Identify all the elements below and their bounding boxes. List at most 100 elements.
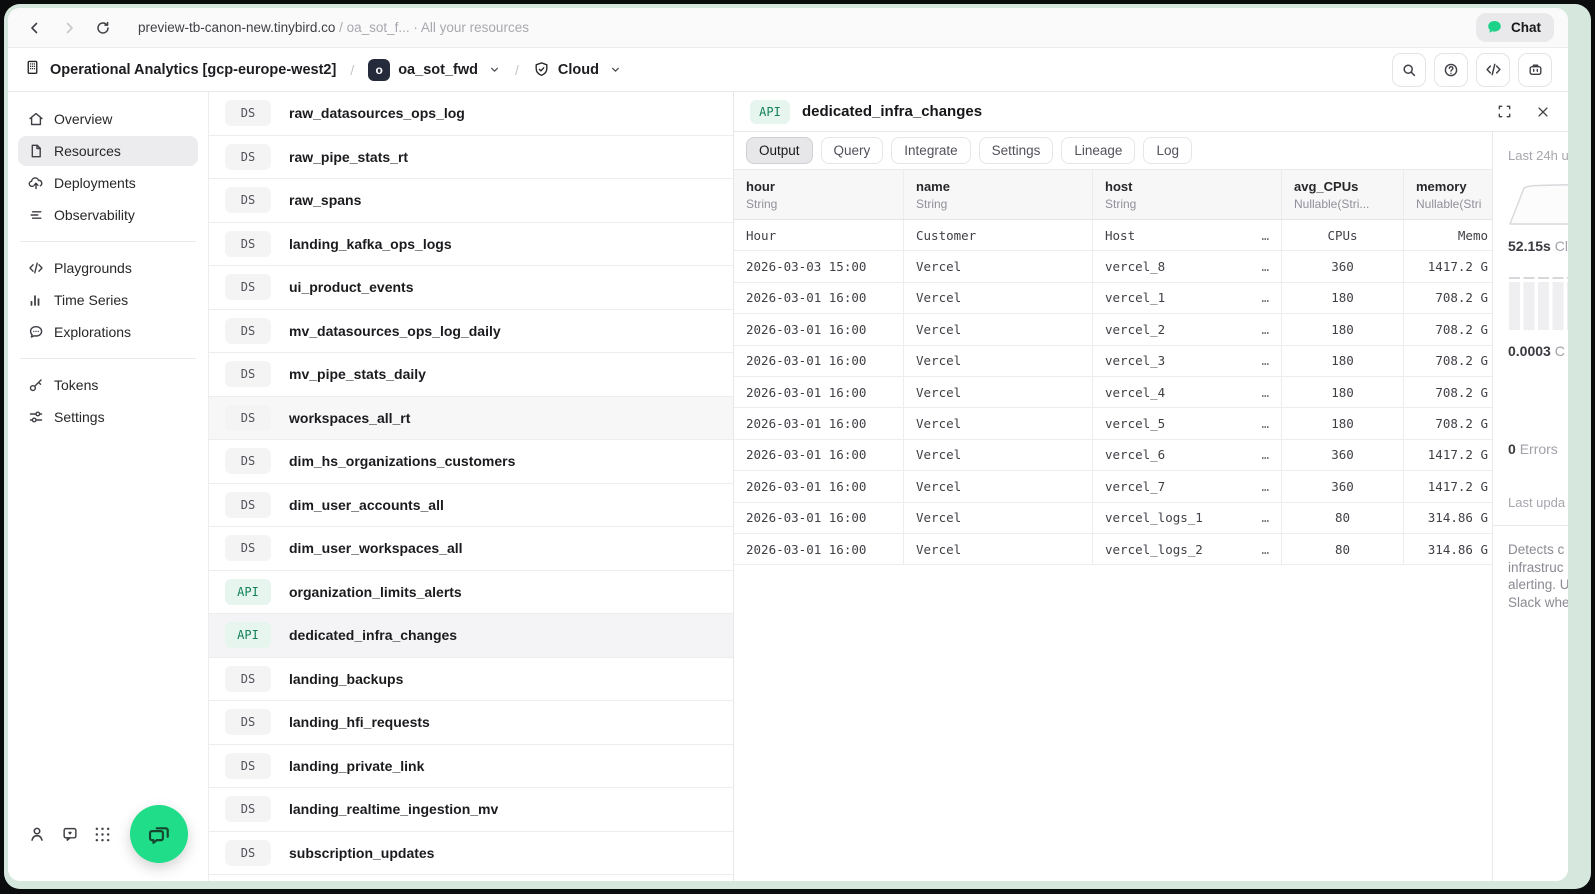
environment-switcher[interactable]: Cloud bbox=[533, 61, 622, 78]
resource-row-landing-private-link[interactable]: DS landing_private_link bbox=[209, 745, 733, 788]
table-cell: vercel_5… bbox=[1093, 408, 1282, 439]
table-cell: Vercel bbox=[904, 282, 1093, 314]
table-row[interactable]: 2026-03-01 16:00 Vercel vercel_4 … 180 708.2 … bbox=[734, 376, 1492, 409]
sidebar-item-playgrounds[interactable]: Playgrounds bbox=[18, 253, 198, 283]
code-icon bbox=[1485, 61, 1502, 78]
sidebar-item-deployments[interactable]: Deployments bbox=[18, 168, 198, 198]
sidebar-item-label: Resources bbox=[54, 143, 121, 159]
resource-row-landing-backups[interactable]: DS landing_backups bbox=[209, 658, 733, 701]
organization-switcher[interactable]: Operational Analytics [gcp-europe-west2] bbox=[24, 59, 336, 80]
cell-value: 180 bbox=[1331, 416, 1354, 432]
cell-value: 708.2 G bbox=[1435, 290, 1488, 306]
errors-metric: 0 Errors bbox=[1508, 441, 1568, 457]
resource-row-mv-pipe-stats-daily[interactable]: DS mv_pipe_stats_daily bbox=[209, 353, 733, 397]
table-row[interactable]: 2026-03-01 16:00 Vercel vercel_3 … 180 708.2 … bbox=[734, 345, 1492, 377]
column-header-avg-cpus[interactable]: avg_CPUs Nullable(Stri... bbox=[1282, 170, 1404, 219]
table-row[interactable]: 2026-03-01 16:00 Vercel vercel_5 … 180 708.2 … bbox=[734, 408, 1492, 440]
resource-row-subscription-updates[interactable]: DS subscription_updates bbox=[209, 832, 733, 875]
chat-button[interactable]: Chat bbox=[1476, 13, 1554, 42]
table-row[interactable]: 2026-03-01 16:00 Vercel vercel_7 … 360 1417.2… bbox=[734, 471, 1492, 503]
url-secondary: / oa_sot_f... · All your resources bbox=[335, 20, 529, 35]
sidebar-item-overview[interactable]: Overview bbox=[18, 104, 198, 134]
expand-icon[interactable] bbox=[1497, 104, 1512, 119]
table-cell: 1417.2 G bbox=[1404, 440, 1492, 470]
table-cell: Host… bbox=[1093, 220, 1282, 251]
chat-fab-button[interactable] bbox=[130, 805, 188, 863]
feedback-icon[interactable] bbox=[61, 825, 79, 843]
sidebar-item-settings[interactable]: Settings bbox=[18, 402, 198, 432]
sidebar-item-observability[interactable]: Observability bbox=[18, 200, 198, 230]
tab-lineage[interactable]: Lineage bbox=[1061, 137, 1136, 164]
tab-log[interactable]: Log bbox=[1143, 137, 1192, 164]
truncation-ellipsis: … bbox=[1261, 510, 1269, 526]
cell-value: 360 bbox=[1331, 478, 1354, 494]
close-icon[interactable] bbox=[1536, 105, 1550, 119]
resource-row-dim-user-workspaces-all[interactable]: DS dim_user_workspaces_all bbox=[209, 527, 733, 571]
truncation-ellipsis: … bbox=[1261, 290, 1269, 306]
sidebar-item-explorations[interactable]: Explorations bbox=[18, 317, 198, 347]
cell-value: 708.2 G bbox=[1435, 321, 1488, 337]
cell-value: Vercel bbox=[916, 510, 962, 526]
sidebar-item-resources[interactable]: Resources bbox=[18, 136, 198, 166]
url-bar[interactable]: preview-tb-canon-new.tinybird.co / oa_so… bbox=[138, 20, 529, 35]
truncation-ellipsis: … bbox=[1261, 416, 1269, 432]
column-header-host[interactable]: host String bbox=[1093, 170, 1282, 219]
table-row[interactable]: 2026-03-01 16:00 Vercel vercel_1 … 180 708.2 … bbox=[734, 282, 1492, 315]
bot-button[interactable] bbox=[1518, 52, 1552, 87]
table-row[interactable]: Hour Customer Host … CPUs Memo bbox=[734, 220, 1492, 252]
resource-row-raw-pipe-stats-rt[interactable]: DS raw_pipe_stats_rt bbox=[209, 136, 733, 179]
tab-settings[interactable]: Settings bbox=[978, 137, 1054, 164]
column-header-name[interactable]: name String bbox=[904, 170, 1093, 219]
resource-row-raw-datasources-ops-log[interactable]: DS raw_datasources_ops_log bbox=[209, 92, 733, 136]
table-row[interactable]: 2026-03-01 16:00 Vercel vercel_logs_1 … 80 31… bbox=[734, 502, 1492, 534]
table-row[interactable]: 2026-03-01 16:00 Vercel vercel_6 … 360 1417.2… bbox=[734, 439, 1492, 472]
tab-integrate[interactable]: Integrate bbox=[891, 137, 971, 164]
back-icon[interactable] bbox=[22, 15, 48, 41]
resource-row-dim-hs-organizations-customers[interactable]: DS dim_hs_organizations_customers bbox=[209, 440, 733, 484]
column-header-hour[interactable]: hour String bbox=[734, 170, 904, 219]
table-row[interactable]: 2026-03-01 16:00 Vercel vercel_logs_2 … 80 31… bbox=[734, 533, 1492, 566]
resource-row-organization-limits-alerts[interactable]: API organization_limits_alerts bbox=[209, 571, 733, 614]
sidebar-item-tokens[interactable]: Tokens bbox=[18, 370, 198, 400]
search-button[interactable] bbox=[1392, 52, 1426, 87]
resource-row-ui-product-events[interactable]: DS ui_product_events bbox=[209, 266, 733, 310]
workspace-name: oa_sot_fwd bbox=[398, 61, 478, 78]
resource-row-raw-spans[interactable]: DS raw_spans bbox=[209, 179, 733, 223]
cell-value: 80 bbox=[1334, 510, 1351, 526]
table-row[interactable]: 2026-03-01 16:00 Vercel vercel_2 … 180 708.2 … bbox=[734, 314, 1492, 346]
errors-value: 0 bbox=[1508, 441, 1516, 457]
resource-row-dim-user-accounts-all[interactable]: DS dim_user_accounts_all bbox=[209, 484, 733, 527]
panel-description-line: infrastruc bbox=[1508, 559, 1564, 575]
cell-value: 2026-03-01 16:00 bbox=[746, 510, 867, 526]
truncation-ellipsis: … bbox=[1261, 259, 1269, 275]
table-cell: 708.2 G bbox=[1404, 377, 1492, 407]
sidebar-item-time-series[interactable]: Time Series bbox=[18, 285, 198, 315]
resource-name: landing_realtime_ingestion_mv bbox=[289, 801, 499, 818]
resource-name: raw_pipe_stats_rt bbox=[289, 148, 409, 165]
user-icon[interactable] bbox=[28, 825, 46, 843]
cell-value: 80 bbox=[1334, 541, 1351, 557]
resource-row-mv-datasources-ops-log-daily[interactable]: DS mv_datasources_ops_log_daily bbox=[209, 310, 733, 353]
resource-row-landing-hfi-requests[interactable]: DS landing_hfi_requests bbox=[209, 701, 733, 745]
help-button[interactable] bbox=[1434, 52, 1468, 87]
resource-row-landing-realtime-ingestion-mv[interactable]: DS landing_realtime_ingestion_mv bbox=[209, 788, 733, 832]
resource-row-workspaces-all-rt[interactable]: DS workspaces_all_rt bbox=[209, 396, 733, 440]
cell-value: 1417.2 G bbox=[1427, 478, 1488, 494]
column-header-memory[interactable]: memory Nullable(Stri bbox=[1404, 170, 1492, 219]
workspace-switcher[interactable]: o oa_sot_fwd bbox=[368, 58, 501, 81]
forward-icon[interactable] bbox=[56, 15, 82, 41]
resource-row-dedicated-infra-changes[interactable]: API dedicated_infra_changes bbox=[209, 614, 733, 658]
bot-icon bbox=[1527, 61, 1544, 78]
resource-name: dedicated_infra_changes bbox=[289, 627, 458, 644]
resource-row-landing-kafka-ops-logs[interactable]: DS landing_kafka_ops_logs bbox=[209, 223, 733, 266]
refresh-icon[interactable] bbox=[90, 15, 116, 41]
resource-name: landing_private_link bbox=[289, 757, 425, 774]
sidebar-item-label: Settings bbox=[54, 409, 105, 425]
tab-output[interactable]: Output bbox=[746, 137, 813, 164]
tab-query[interactable]: Query bbox=[820, 137, 884, 164]
table-row[interactable]: 2026-03-03 15:00 Vercel vercel_8 … 360 1417.2… bbox=[734, 251, 1492, 283]
code-button[interactable] bbox=[1476, 52, 1510, 87]
workspace-header: Operational Analytics [gcp-europe-west2]… bbox=[8, 48, 1568, 92]
panel-title-row: API dedicated_infra_changes bbox=[734, 92, 1568, 132]
grid-dots-icon[interactable] bbox=[94, 826, 111, 843]
